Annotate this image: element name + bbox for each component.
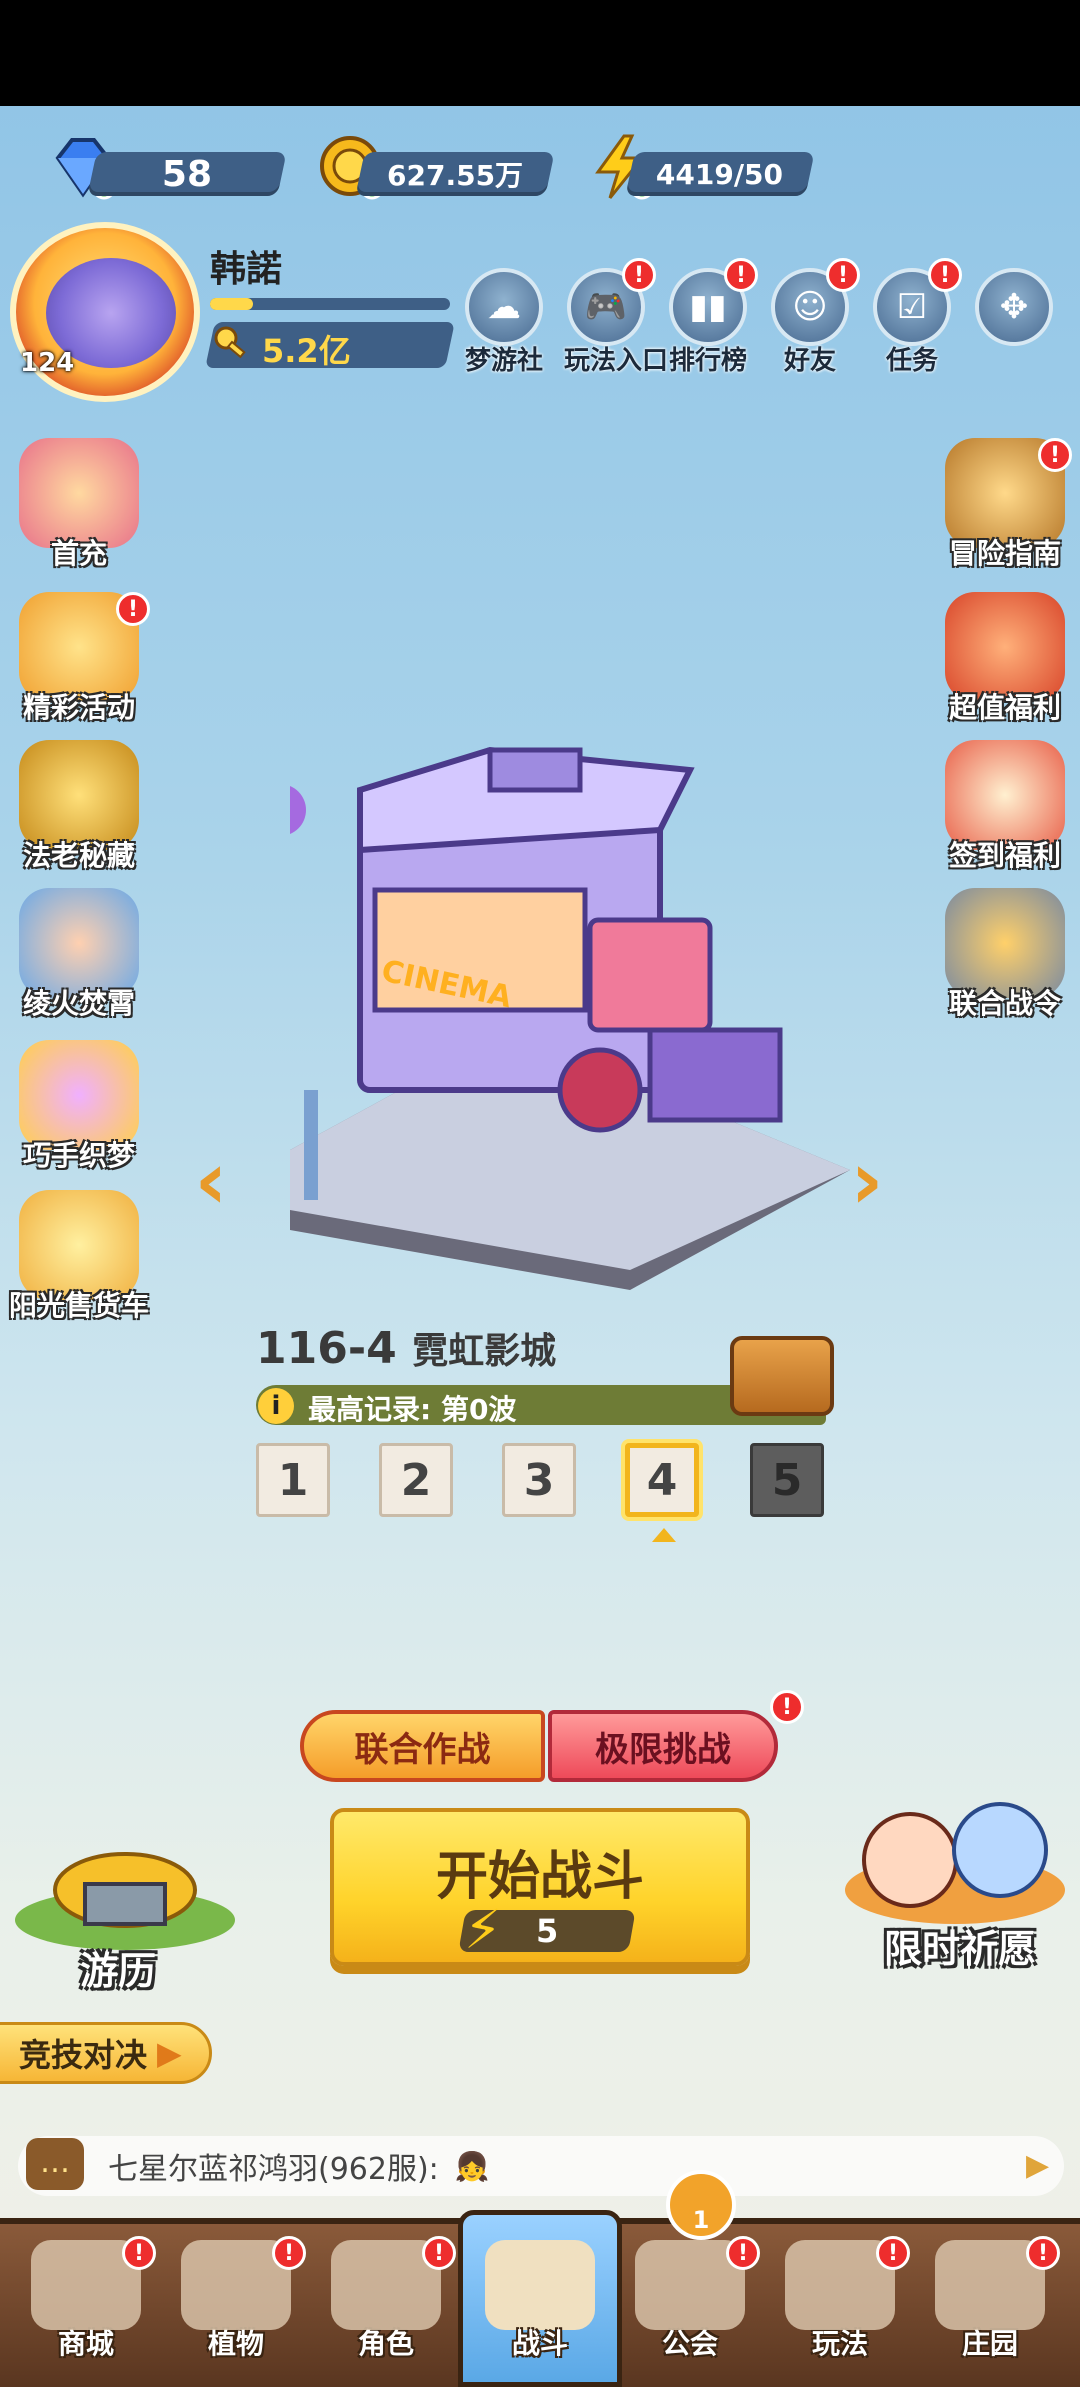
nav-gameplay[interactable]: 玩法 ! [770, 2236, 910, 2380]
side-pharaoh-treasure[interactable]: 法老秘藏 [4, 740, 154, 874]
stage-building-illustration[interactable]: CINEMA [290, 730, 850, 1290]
notification-badge: ! [1038, 438, 1072, 472]
wish-characters-icon [845, 1802, 1065, 1924]
side-sunshine-truck[interactable]: 阳光售货车 [4, 1190, 154, 1324]
player-name: 韩諾 [210, 249, 283, 290]
info-icon[interactable]: i [258, 1388, 294, 1424]
arena-duel-label: 竞技对决 [19, 2036, 148, 2074]
stage-name: 霓虹影城 [412, 1331, 557, 1372]
notification-badge: ! [876, 2236, 910, 2270]
treasure-pile-icon [15, 1852, 235, 1950]
side-value-benefits[interactable]: 超值福利 [930, 592, 1080, 726]
menu-more[interactable]: ✥ [972, 268, 1056, 346]
wave-button-4[interactable]: 4 [625, 1443, 699, 1517]
wave-button-1[interactable]: 1 [256, 1443, 330, 1517]
lightning-icon: ⚡ [464, 1898, 502, 1961]
nav-battle[interactable]: 战斗 [470, 2240, 610, 2380]
notification-badge: ! [724, 258, 758, 292]
notification-badge: ! [122, 2236, 156, 2270]
menu-leaderboard[interactable]: ▮▮ 排行榜 ! [666, 258, 758, 377]
wave-button-2[interactable]: 2 [379, 1443, 453, 1517]
side-events[interactable]: 精彩活动 ! [4, 592, 154, 726]
prev-stage-button[interactable]: ‹ [186, 1134, 236, 1227]
nav-manor[interactable]: 庄园 ! [920, 2236, 1060, 2380]
nav-shop[interactable]: 商城 ! [16, 2236, 156, 2380]
guild-count-badge: 1 [666, 2170, 736, 2240]
best-record: 最高记录: 第0波 [308, 1393, 517, 1426]
menu-gameplay-entry[interactable]: 🎮 玩法入口 ! [564, 258, 668, 377]
side-weave-dream[interactable]: 巧手织梦 [4, 1040, 154, 1174]
side-adventure-guide[interactable]: 冒险指南 ! [930, 438, 1080, 572]
side-battle-pass[interactable]: 联合战令 [930, 888, 1080, 1022]
key-icon [214, 326, 246, 359]
notification-badge: ! [272, 2236, 306, 2270]
notification-badge: ! [770, 1690, 804, 1724]
next-stage-button[interactable]: › [842, 1134, 892, 1227]
stamina-count: 4419/50 [625, 152, 815, 196]
side-fire-event[interactable]: 绫火焚霄 [4, 888, 154, 1022]
notification-badge: ! [726, 2236, 760, 2270]
more-icon: ✥ [975, 268, 1053, 346]
limited-wish-button[interactable]: 限时祈愿 [840, 1790, 1070, 1971]
travel-button[interactable]: 游历 [10, 1840, 240, 1993]
menu-tasks[interactable]: ☑ 任务 ! [870, 258, 962, 377]
menu-friends[interactable]: ☺ 好友 ! [768, 258, 860, 377]
player-power: 5.2亿 [262, 332, 351, 370]
wave-button-5[interactable]: 5 [750, 1443, 824, 1517]
nav-plants[interactable]: 植物 ! [166, 2236, 306, 2380]
diamond-count: 58 [87, 152, 287, 196]
reward-chest-icon[interactable] [730, 1336, 834, 1416]
wave-button-3[interactable]: 3 [502, 1443, 576, 1517]
notification-badge: ! [1026, 2236, 1060, 2270]
coop-battle-tab[interactable]: 联合作战 [300, 1710, 545, 1782]
stage-title: 116-4 霓虹影城 [256, 1322, 556, 1374]
start-battle-button[interactable]: 开始战斗 5 ⚡ [330, 1808, 750, 1966]
notification-badge: ! [116, 592, 150, 626]
side-signin-benefits[interactable]: 签到福利 [930, 740, 1080, 874]
chat-icon[interactable]: … [26, 2138, 84, 2190]
extreme-challenge-tab[interactable]: 极限挑战 [548, 1710, 778, 1782]
notification-badge: ! [928, 258, 962, 292]
windmill-icon [485, 2240, 595, 2330]
chat-expand-icon[interactable]: ▶ [1026, 2148, 1049, 2183]
menu-dream-club[interactable]: ☁ 梦游社 [462, 268, 546, 377]
notification-badge: ! [622, 258, 656, 292]
chat-avatar-icon: 👧 [454, 2149, 490, 2183]
dream-club-icon: ☁ [465, 268, 543, 346]
status-bar [0, 0, 1080, 106]
nav-guild[interactable]: 公会 ! [620, 2236, 760, 2380]
arena-duel-button[interactable]: 竞技对决 ▶ [0, 2022, 212, 2084]
coin-count: 627.55万 [355, 152, 555, 196]
stage-number: 116-4 [256, 1323, 397, 1374]
nav-characters[interactable]: 角色 ! [316, 2236, 456, 2380]
world-chat-bar[interactable]: 七星尔蓝祁鸿羽(962服): 👧 [18, 2136, 1064, 2196]
player-level: 124 [20, 348, 75, 378]
start-battle-label: 开始战斗 [435, 1847, 644, 1907]
chat-message: 七星尔蓝祁鸿羽(962服): [108, 2152, 439, 2187]
side-first-recharge[interactable]: 首充 [4, 438, 154, 572]
xp-bar [210, 298, 450, 310]
travel-label: 游历 [80, 1949, 157, 1993]
play-arrow-icon: ▶ [157, 2034, 182, 2072]
notification-badge: ! [826, 258, 860, 292]
selected-wave-pointer [652, 1528, 676, 1542]
limited-wish-label: 限时祈愿 [884, 1927, 1037, 1971]
notification-badge: ! [422, 2236, 456, 2270]
